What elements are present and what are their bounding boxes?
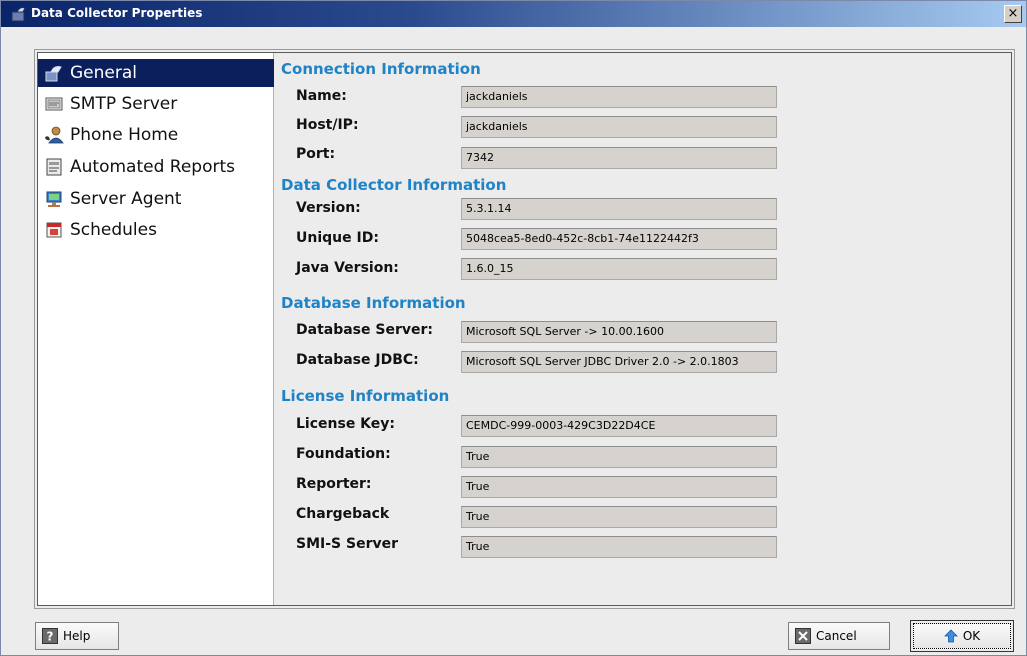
section-title-data-collector: Data Collector Information — [281, 176, 507, 194]
title-bar[interactable]: Data Collector Properties × — [1, 1, 1026, 27]
sidebar-item-smtp-server[interactable]: SMTP Server — [38, 90, 274, 118]
help-button-label: Help — [63, 629, 91, 643]
sidebar-item-label: General — [70, 63, 137, 83]
help-button[interactable]: ? Help — [35, 622, 119, 650]
sidebar-item-schedules[interactable]: Schedules — [38, 216, 274, 244]
report-icon — [44, 158, 64, 176]
sidebar-item-server-agent[interactable]: Server Agent — [38, 185, 274, 213]
sidebar-item-label: Server Agent — [70, 189, 182, 209]
server-agent-icon — [44, 190, 64, 208]
foundation-field: True — [461, 446, 777, 468]
sidebar-item-label: Automated Reports — [70, 157, 235, 177]
foundation-label: Foundation: — [296, 446, 391, 462]
database-jdbc-field: Microsoft SQL Server JDBC Driver 2.0 -> … — [461, 351, 777, 373]
calendar-icon — [44, 221, 64, 239]
content-inner: General SMTP Server Phone Home Automated… — [37, 52, 1012, 606]
host-ip-field: jackdaniels — [461, 116, 777, 138]
sidebar: General SMTP Server Phone Home Automated… — [38, 53, 274, 605]
section-title-database: Database Information — [281, 294, 466, 312]
port-field: 7342 — [461, 147, 777, 169]
ok-button[interactable]: OK — [910, 620, 1014, 652]
database-jdbc-label: Database JDBC: — [296, 352, 419, 368]
database-server-field: Microsoft SQL Server -> 10.00.1600 — [461, 321, 777, 343]
unique-id-field: 5048cea5-8ed0-452c-8cb1-74e1122442f3 — [461, 228, 777, 250]
window-title: Data Collector Properties — [31, 6, 203, 20]
java-version-label: Java Version: — [296, 260, 399, 276]
ok-arrow-icon — [943, 629, 958, 643]
version-label: Version: — [296, 200, 361, 216]
sidebar-item-label: SMTP Server — [70, 94, 178, 114]
person-phone-icon — [44, 126, 64, 144]
chargeback-label: Chargeback — [296, 506, 390, 522]
java-version-field: 1.6.0_15 — [461, 258, 777, 280]
smi-s-server-label: SMI-S Server — [296, 536, 398, 552]
mail-icon — [44, 95, 64, 113]
reporter-label: Reporter: — [296, 476, 372, 492]
unique-id-label: Unique ID: — [296, 230, 379, 246]
cancel-icon — [795, 628, 811, 644]
database-server-label: Database Server: — [296, 322, 433, 338]
name-field: jackdaniels — [461, 86, 777, 108]
cancel-button-label: Cancel — [816, 629, 857, 643]
port-label: Port: — [296, 146, 336, 162]
wrench-icon — [44, 64, 64, 82]
chargeback-field: True — [461, 506, 777, 528]
sidebar-item-general[interactable]: General — [38, 59, 274, 87]
sidebar-item-automated-reports[interactable]: Automated Reports — [38, 153, 274, 181]
sidebar-item-label: Schedules — [70, 220, 157, 240]
cancel-button[interactable]: Cancel — [788, 622, 890, 650]
sidebar-item-phone-home[interactable]: Phone Home — [38, 121, 274, 149]
ok-button-label: OK — [962, 629, 981, 643]
close-icon: × — [1007, 6, 1019, 21]
license-key-field: CEMDC-999-0003-429C3D22D4CE — [461, 415, 777, 437]
section-title-license: License Information — [281, 387, 450, 405]
content-frame: General SMTP Server Phone Home Automated… — [34, 49, 1015, 609]
section-title-connection: Connection Information — [281, 60, 481, 78]
general-properties-panel: Connection Information Name: jackdaniels… — [275, 53, 1011, 605]
host-ip-label: Host/IP: — [296, 117, 359, 133]
reporter-field: True — [461, 476, 777, 498]
app-icon — [11, 7, 26, 22]
version-field: 5.3.1.14 — [461, 198, 777, 220]
smi-s-server-field: True — [461, 536, 777, 558]
svg-text:?: ? — [47, 630, 54, 644]
ok-button-focus-ring: OK — [913, 623, 1011, 649]
help-icon: ? — [42, 628, 58, 644]
sidebar-item-label: Phone Home — [70, 125, 179, 145]
close-button[interactable]: × — [1004, 5, 1022, 23]
data-collector-properties-dialog: Data Collector Properties × General SMTP… — [0, 0, 1027, 656]
license-key-label: License Key: — [296, 416, 396, 432]
name-label: Name: — [296, 88, 347, 104]
